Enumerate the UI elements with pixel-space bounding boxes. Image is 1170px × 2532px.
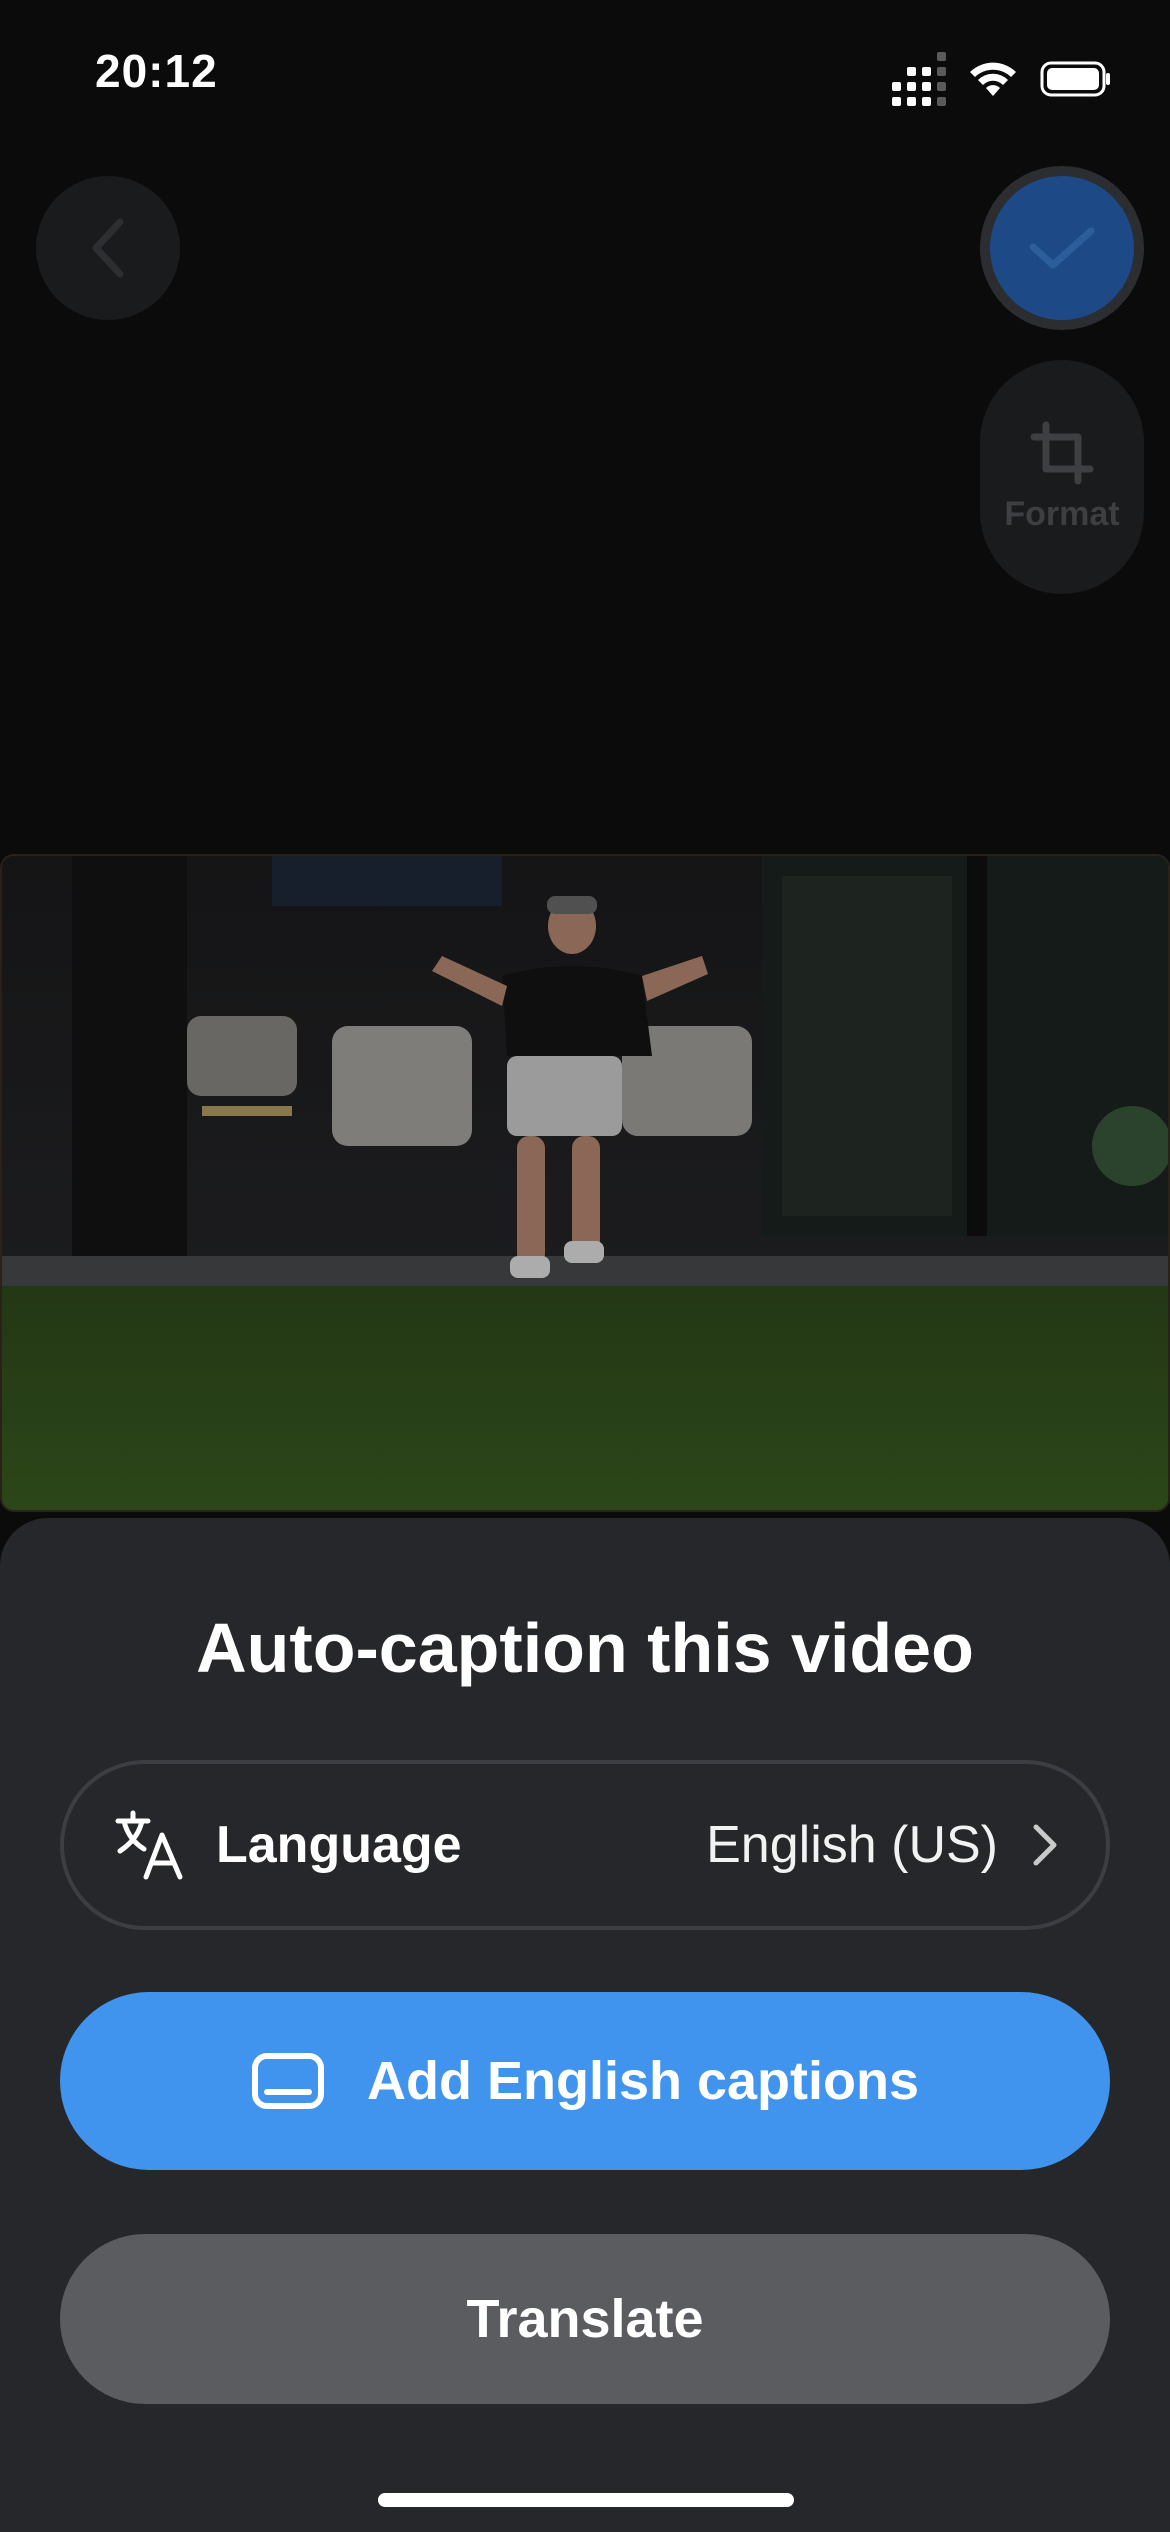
wifi-icon [970, 62, 1016, 96]
status-time: 20:12 [95, 45, 218, 97]
language-label: Language [216, 1816, 462, 1874]
video-preview[interactable] [0, 854, 1170, 1512]
captions-icon [251, 2053, 324, 2109]
video-frame [2, 856, 1168, 1510]
cellular-signal-icon [892, 52, 946, 106]
checkmark-icon [1029, 227, 1095, 269]
add-captions-button[interactable]: Add English captions [60, 1992, 1110, 2170]
language-selector[interactable]: Language English (US) [60, 1760, 1110, 1930]
back-button[interactable] [36, 176, 180, 320]
home-indicator[interactable] [378, 2493, 794, 2507]
battery-icon [1040, 61, 1110, 97]
translate-button[interactable]: Translate [60, 2234, 1110, 2404]
translate-icon [115, 1810, 183, 1880]
translate-label: Translate [466, 2289, 704, 2349]
format-button[interactable]: Format [980, 360, 1144, 594]
status-icons [892, 52, 1112, 106]
crop-icon [1030, 421, 1094, 484]
sheet-title: Auto-caption this video [196, 1609, 974, 1687]
confirm-button[interactable] [980, 166, 1144, 330]
auto-caption-sheet: Auto-caption this video Language English… [0, 1518, 1170, 2532]
language-value: English (US) [706, 1816, 998, 1874]
chevron-right-icon [1033, 1824, 1057, 1866]
back-chevron-icon [92, 218, 124, 278]
add-captions-label: Add English captions [366, 2051, 920, 2111]
format-label: Format [1004, 494, 1120, 533]
